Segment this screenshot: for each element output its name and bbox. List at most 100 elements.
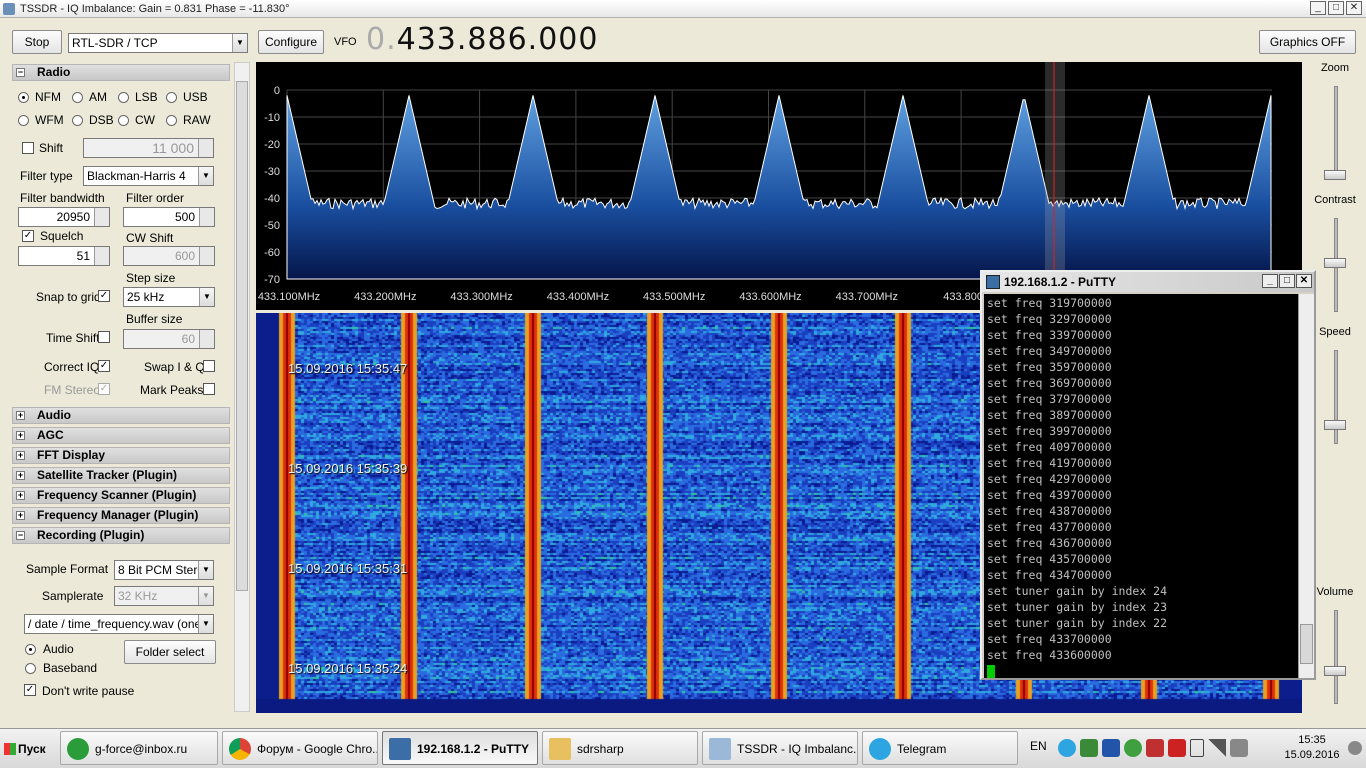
snap-to-grid-checkbox[interactable]: ✓ (98, 290, 110, 302)
samplerate-select[interactable]: 32 KHz ▼ (114, 586, 214, 606)
minimize-button[interactable]: _ (1310, 1, 1326, 15)
section-fft-display[interactable]: + FFT Display (12, 447, 230, 464)
time-shift-label: Time Shift (46, 331, 100, 345)
squelch-checkbox[interactable]: ✓ (22, 230, 34, 242)
correct-iq-checkbox[interactable]: ✓ (98, 360, 110, 372)
language-indicator[interactable]: EN (1030, 739, 1047, 753)
zoom-slider[interactable] (1324, 170, 1346, 180)
task-sdrsharp-folder[interactable]: sdrsharp (542, 731, 698, 765)
signal-icon[interactable] (1208, 739, 1226, 757)
putty-title-bar[interactable]: 192.168.1.2 - PuTTY _ □ ✕ (982, 272, 1314, 292)
x-tick-label: 433.800 (943, 291, 983, 303)
swap-iq-checkbox[interactable] (203, 360, 215, 372)
squelch-input[interactable]: 51 (18, 246, 110, 266)
task-chrome[interactable]: Форум - Google Chro... (222, 731, 378, 765)
configure-button[interactable]: Configure (258, 30, 324, 54)
task-putty[interactable]: 192.168.1.2 - PuTTY (382, 731, 538, 765)
terminal-line: set freq 419700000 (987, 456, 1112, 470)
mode-radio-lsb[interactable] (118, 92, 129, 103)
terminal-line: set freq 438700000 (987, 504, 1112, 518)
step-size-select[interactable]: 25 kHz ▼ (123, 287, 215, 307)
cw-shift-input[interactable]: 600 (123, 246, 215, 266)
terminal-scrollbar[interactable] (1298, 294, 1314, 678)
mode-label: WFM (35, 113, 64, 127)
show-desktop-icon[interactable] (1348, 741, 1362, 755)
mode-label: DSB (89, 113, 114, 127)
volume-icon[interactable] (1230, 739, 1248, 757)
putty-close-button[interactable]: ✕ (1296, 274, 1312, 288)
filter-bandwidth-input[interactable]: 20950 (18, 207, 110, 227)
acrobat-tray-icon[interactable] (1168, 739, 1186, 757)
spinner-arrows[interactable] (199, 247, 214, 265)
maximize-button[interactable]: □ (1328, 1, 1344, 15)
putty-window[interactable]: 192.168.1.2 - PuTTY _ □ ✕ set freq 31970… (980, 270, 1316, 680)
filter-type-select[interactable]: Blackman-Harris 4 ▼ (83, 166, 214, 186)
expand-icon: + (16, 470, 25, 480)
x-tick-label: 433.700MHz (836, 291, 898, 303)
shift-input[interactable]: 11 000 (83, 138, 214, 158)
expand-icon: + (16, 450, 25, 460)
mode-radio-am[interactable] (72, 92, 83, 103)
security-tray-icon[interactable] (1080, 739, 1098, 757)
putty-terminal[interactable]: set freq 319700000 set freq 329700000 set … (984, 294, 1298, 678)
section-frequency-manager[interactable]: + Frequency Manager (Plugin) (12, 507, 230, 524)
record-audio-radio[interactable] (25, 644, 36, 655)
mode-radio-dsb[interactable] (72, 115, 83, 126)
mode-label: CW (135, 113, 155, 127)
mark-peaks-checkbox[interactable] (203, 383, 215, 395)
fm-stereo-checkbox[interactable]: ✓ (98, 383, 110, 395)
source-select[interactable]: RTL-SDR / TCP ▼ (68, 33, 248, 53)
stop-button[interactable]: Stop (12, 30, 62, 54)
mode-radio-wfm[interactable] (18, 115, 29, 126)
filter-order-input[interactable]: 500 (123, 207, 215, 227)
mode-radio-nfm[interactable] (18, 92, 29, 103)
contrast-slider[interactable] (1324, 258, 1346, 268)
speed-slider[interactable] (1324, 420, 1346, 430)
section-agc[interactable]: + AGC (12, 427, 230, 444)
network-tray-icon[interactable] (1102, 739, 1120, 757)
path-format-select[interactable]: / date / time_frequency.wav (one fil ▼ (24, 614, 214, 634)
time-shift-checkbox[interactable] (98, 331, 110, 343)
record-baseband-radio[interactable] (25, 663, 36, 674)
task-telegram[interactable]: Telegram (862, 731, 1018, 765)
spinner-arrows[interactable] (94, 247, 109, 265)
radio-section-header[interactable]: − Radio (12, 64, 230, 81)
task-tssdr[interactable]: TSSDR - IQ Imbalanc... (702, 731, 858, 765)
spinner-arrows[interactable] (198, 139, 213, 157)
y-tick-label: -40 (264, 193, 280, 205)
spinner-arrows[interactable] (199, 208, 214, 226)
putty-maximize-button[interactable]: □ (1279, 274, 1295, 288)
section-audio[interactable]: + Audio (12, 407, 230, 424)
scroll-thumb[interactable] (236, 81, 248, 591)
mode-radio-cw[interactable] (118, 115, 129, 126)
mode-radio-usb[interactable] (166, 92, 177, 103)
section-recording[interactable]: − Recording (Plugin) (12, 527, 230, 544)
clock[interactable]: 15:35 15.09.2016 (1282, 733, 1342, 763)
sample-format-select[interactable]: 8 Bit PCM Stereo ▼ (114, 560, 214, 580)
vfo-frequency[interactable]: 0.433.886.000 (366, 22, 598, 57)
section-satellite-tracker[interactable]: + Satellite Tracker (Plugin) (12, 467, 230, 484)
start-button[interactable]: Пуск (2, 735, 54, 763)
battery-icon[interactable] (1190, 739, 1204, 757)
spinner-arrows[interactable] (94, 208, 109, 226)
scroll-thumb[interactable] (1300, 624, 1313, 664)
close-button[interactable]: ✕ (1346, 1, 1362, 15)
volume-slider[interactable] (1324, 666, 1346, 676)
panel-scrollbar[interactable] (234, 62, 250, 712)
dont-write-pause-checkbox[interactable]: ✓ (24, 684, 36, 696)
putty-minimize-button[interactable]: _ (1262, 274, 1278, 288)
mode-radio-raw[interactable] (166, 115, 177, 126)
buffer-size-input[interactable]: 60 (123, 329, 215, 349)
swap-iq-label: Swap I & Q (144, 360, 205, 374)
section-frequency-scanner[interactable]: + Frequency Scanner (Plugin) (12, 487, 230, 504)
warning-tray-icon[interactable] (1146, 739, 1164, 757)
telegram-tray-icon[interactable] (1058, 739, 1076, 757)
spinner-arrows[interactable] (199, 330, 214, 348)
shift-checkbox[interactable] (22, 142, 34, 154)
folder-select-button[interactable]: Folder select (124, 640, 216, 664)
graphics-toggle-button[interactable]: Graphics OFF (1259, 30, 1356, 54)
y-tick-label: -20 (264, 139, 280, 151)
update-tray-icon[interactable] (1124, 739, 1142, 757)
task-mail[interactable]: g-force@inbox.ru (60, 731, 218, 765)
putty-icon (986, 275, 1000, 289)
